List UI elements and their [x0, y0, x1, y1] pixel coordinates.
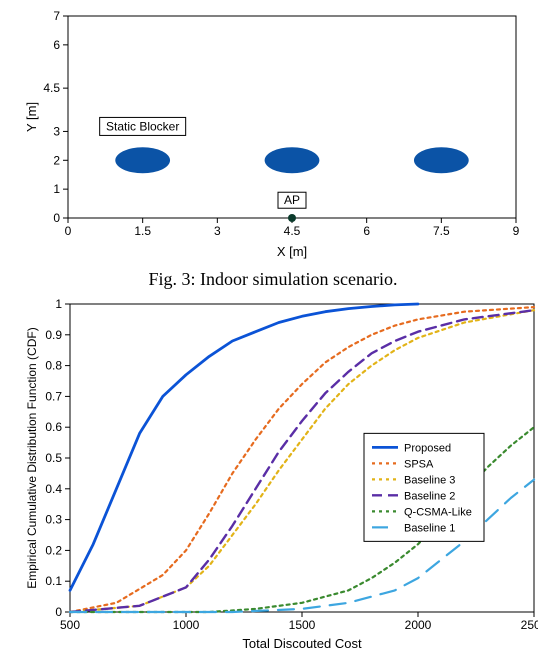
legend-label: Baseline 3 [404, 474, 455, 486]
svg-text:2: 2 [53, 153, 60, 167]
svg-text:0.7: 0.7 [45, 389, 62, 403]
svg-text:0: 0 [53, 211, 60, 225]
svg-text:Empirical Cumulative Distribut: Empirical Cumulative Distribution Functi… [25, 327, 39, 588]
svg-text:2500: 2500 [521, 618, 538, 632]
svg-text:0.2: 0.2 [45, 543, 62, 557]
svg-text:500: 500 [60, 618, 80, 632]
svg-text:1.5: 1.5 [134, 224, 151, 238]
svg-text:1: 1 [53, 182, 60, 196]
legend-label: Q-CSMA-Like [404, 506, 472, 518]
svg-text:1000: 1000 [173, 618, 200, 632]
legend-label: SPSA [404, 458, 434, 470]
svg-text:0.8: 0.8 [45, 359, 62, 373]
static-blocker-label: Static Blocker [106, 119, 179, 133]
svg-text:4.5: 4.5 [43, 81, 60, 95]
svg-text:9: 9 [513, 224, 520, 238]
svg-text:6: 6 [53, 38, 60, 52]
svg-text:0: 0 [55, 605, 62, 619]
svg-text:7: 7 [53, 9, 60, 23]
svg-text:4.5: 4.5 [284, 224, 301, 238]
legend-label: Baseline 1 [404, 522, 455, 534]
top-chart-caption: Fig. 3: Indoor simulation scenario. [0, 269, 546, 290]
svg-text:X [m]: X [m] [277, 244, 307, 259]
svg-text:3: 3 [214, 224, 221, 238]
bottom-chart-svg: 500 1000 1500 2000 2500 0 0.1 0.2 0.3 0.4 0.5 0.6 0.… [22, 296, 538, 652]
svg-text:7.5: 7.5 [433, 224, 450, 238]
svg-text:0.6: 0.6 [45, 420, 62, 434]
svg-text:0.5: 0.5 [45, 451, 62, 465]
static-blocker-icon [414, 147, 469, 173]
svg-text:Y [m]: Y [m] [24, 102, 39, 132]
svg-text:2000: 2000 [405, 618, 432, 632]
ap-point-icon [288, 214, 296, 222]
legend-label: Baseline 2 [404, 490, 455, 502]
svg-text:Total Discouted Cost: Total Discouted Cost [242, 636, 362, 651]
svg-text:0.4: 0.4 [45, 482, 62, 496]
svg-text:0: 0 [65, 224, 72, 238]
svg-text:6: 6 [363, 224, 370, 238]
svg-text:3: 3 [53, 124, 60, 138]
page-root: 0 1.5 3 4.5 6 7.5 9 0 1 2 3 4.5 6 7 X [m] Y [m] Static B… [0, 6, 546, 657]
top-chart: 0 1.5 3 4.5 6 7.5 9 0 1 2 3 4.5 6 7 X [m] Y [m] Static B… [22, 6, 536, 267]
top-chart-svg: 0 1.5 3 4.5 6 7.5 9 0 1 2 3 4.5 6 7 X [m] Y [m] Static B… [22, 6, 528, 262]
svg-text:1500: 1500 [289, 618, 316, 632]
ap-label: AP [284, 193, 300, 207]
static-blocker-icon [115, 147, 170, 173]
svg-text:0.9: 0.9 [45, 328, 62, 342]
legend-label: Proposed [404, 442, 451, 454]
svg-text:0.3: 0.3 [45, 513, 62, 527]
svg-text:1: 1 [55, 297, 62, 311]
static-blocker-icon [265, 147, 320, 173]
svg-text:0.1: 0.1 [45, 574, 62, 588]
bottom-chart: 500 1000 1500 2000 2500 0 0.1 0.2 0.3 0.4 0.5 0.6 0.… [22, 296, 536, 657]
